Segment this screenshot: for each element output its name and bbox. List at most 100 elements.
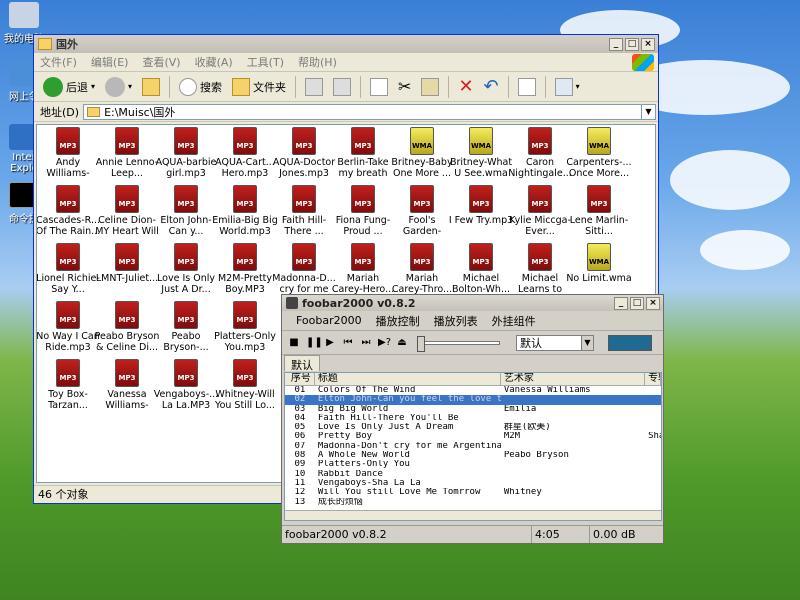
file-item[interactable]: MP3 LMNT-Juliet...: [94, 243, 160, 295]
minimize-button[interactable]: _: [609, 37, 623, 51]
previous-icon[interactable]: ⏮: [342, 337, 354, 348]
delete-button[interactable]: ✕: [455, 75, 476, 99]
playlist-row[interactable]: 10 Rabbit Dance: [285, 470, 661, 479]
chevron-down-icon[interactable]: ▼: [641, 104, 655, 119]
file-item[interactable]: MP3 Whitney-Will You Still Lo...: [212, 359, 278, 411]
playlist-row[interactable]: 09 Platters-Only You: [285, 460, 661, 469]
move-to-button[interactable]: [302, 75, 326, 99]
foobar-titlebar[interactable]: foobar2000 v0.8.2 _ □ ×: [282, 295, 663, 311]
column-title[interactable]: 标题: [315, 373, 501, 385]
menu-edit[interactable]: 编辑(E): [91, 54, 129, 70]
playlist-row[interactable]: 11 Vengaboys-Sha La La: [285, 479, 661, 488]
column-artist[interactable]: 艺术家: [501, 373, 646, 385]
file-item[interactable]: MP3 Love Is Only Just A Dr...: [153, 243, 219, 295]
menu-playlist[interactable]: 播放列表: [434, 313, 478, 329]
file-item[interactable]: MP3Berlin-Take my breath awa...: [330, 127, 396, 179]
file-item[interactable]: MP3 Cascades-R... Of The Rain...: [37, 185, 101, 237]
close-button[interactable]: ×: [646, 296, 660, 310]
menu-help[interactable]: 帮助(H): [298, 54, 337, 70]
playlist-row[interactable]: 05 Love Is Only Just A Dream 群星(欧美): [285, 423, 661, 432]
horizontal-scrollbar[interactable]: [285, 510, 661, 520]
copy-button[interactable]: [367, 75, 391, 99]
file-item[interactable]: MP3 AQUA-Cart... Hero.mp3: [212, 127, 278, 179]
menu-components[interactable]: 外挂组件: [492, 313, 536, 329]
random-icon[interactable]: ▶?: [378, 337, 391, 348]
pause-icon[interactable]: ❚❚: [306, 337, 323, 348]
up-button[interactable]: [139, 75, 163, 99]
close-button[interactable]: ×: [641, 37, 655, 51]
file-item[interactable]: MP3 Vengaboys-... La La.MP3: [153, 359, 219, 411]
file-item[interactable]: MP3 Emilia-Big Big World.mp3: [212, 185, 278, 237]
playlist-row[interactable]: 01 Colors Of The Wind Vanessa Williams: [285, 386, 661, 395]
playlist-row[interactable]: 07 Madonna-Don't cry for me Argentina: [285, 442, 661, 451]
playlist-row[interactable]: 02 Elton John-Can you feel the love to...: [285, 395, 661, 405]
next-icon[interactable]: ⏭: [360, 337, 372, 348]
menu-foobar[interactable]: Foobar2000: [296, 314, 362, 327]
file-item[interactable]: MP3 Lionel Richie-Say Y...: [37, 243, 101, 295]
file-item[interactable]: MP3Celine Dion-MY Heart Will B...: [94, 185, 160, 237]
file-item[interactable]: MP3Michael Learns to Rock-Tak...: [507, 243, 573, 295]
search-button[interactable]: 搜索: [176, 75, 225, 99]
file-item[interactable]: MP3 AQUA-Doctor Jones.mp3: [271, 127, 337, 179]
file-item[interactable]: MP3 I Few Try.mp3: [448, 185, 514, 237]
file-item[interactable]: MP3 M2M-Pretty Boy.MP3: [212, 243, 278, 295]
tab-default[interactable]: 默认: [284, 355, 320, 372]
file-item[interactable]: MP3Andy Williams-Unc...: [37, 127, 101, 179]
folders-button[interactable]: 文件夹: [229, 75, 289, 99]
file-item[interactable]: WMA No Limit.wma: [566, 243, 632, 295]
undo-button[interactable]: ↶: [481, 75, 502, 99]
chevron-down-icon[interactable]: ▼: [581, 335, 593, 350]
file-item[interactable]: MP3 AQUA-barbie girl.mp3: [153, 127, 219, 179]
menu-tools[interactable]: 工具(T): [247, 54, 284, 70]
back-button[interactable]: 后退 ▾: [40, 75, 98, 99]
file-item[interactable]: MP3Madonna-D... cry for me A...: [271, 243, 337, 295]
views-button[interactable]: ▾: [552, 75, 583, 99]
file-item[interactable]: MP3Vanessa Williams-Col...: [94, 359, 160, 411]
menu-view[interactable]: 查看(V): [142, 54, 180, 70]
playlist-row[interactable]: 13 成长的烦恼: [285, 498, 661, 507]
forward-button[interactable]: ▾: [102, 75, 135, 99]
playlist-row[interactable]: 06 Pretty Boy M2M Sha: [285, 432, 662, 441]
file-item[interactable]: MP3 Annie Lenno-Leep...: [94, 127, 160, 179]
file-item[interactable]: MP3 No Way I Can Ride.mp3: [37, 301, 101, 353]
file-item[interactable]: MP3 Michael Bolton-Wh...: [448, 243, 514, 295]
file-item[interactable]: MP3 Peabo Bryson & Celine Di...: [94, 301, 160, 353]
file-item[interactable]: MP3 Toy Box-Tarzan...: [37, 359, 101, 411]
preset-select[interactable]: 默认 ▼: [516, 334, 594, 351]
menu-playback[interactable]: 播放控制: [376, 313, 420, 329]
file-item[interactable]: MP3 Peabo Bryson-...: [153, 301, 219, 353]
file-item[interactable]: MP3 Lene Marlin-Sitti...: [566, 185, 632, 237]
menu-favorites[interactable]: 收藏(A): [195, 54, 233, 70]
properties-button[interactable]: [515, 75, 539, 99]
file-item[interactable]: MP3 Fiona Fung-Proud ...: [330, 185, 396, 237]
minimize-button[interactable]: _: [614, 296, 628, 310]
file-item[interactable]: MP3 Faith Hill-There ...: [271, 185, 337, 237]
file-item[interactable]: WMA Britney-Baby One More ...: [389, 127, 455, 179]
file-item[interactable]: MP3 Mariah Carey-Hero...: [330, 243, 396, 295]
file-item[interactable]: MP3 Kylie Miccga-Ever...: [507, 185, 573, 237]
playlist-row[interactable]: 12 Will You still Love Me Tomrrow Whitney: [285, 488, 661, 497]
file-item[interactable]: WMA Carpenters-... Once More...: [566, 127, 632, 179]
explorer-titlebar[interactable]: 国外 _ □ ×: [34, 35, 658, 53]
file-item[interactable]: MP3 Platters-Only You.mp3: [212, 301, 278, 353]
maximize-button[interactable]: □: [630, 296, 644, 310]
column-number[interactable]: 序号: [285, 373, 315, 385]
address-input[interactable]: E:\Muisc\国外 ▼: [83, 103, 656, 120]
file-item[interactable]: MP3Fool's Garden-Lem...: [389, 185, 455, 237]
column-album[interactable]: 专辑: [645, 373, 661, 385]
copy-to-button[interactable]: [330, 75, 354, 99]
playlist-row[interactable]: 03 Big Big World Emilia: [285, 405, 661, 414]
file-item[interactable]: WMA Britney-What U See.wma: [448, 127, 514, 179]
cut-button[interactable]: ✂: [395, 75, 414, 99]
file-item[interactable]: MP3 Caron Nightingale...: [507, 127, 573, 179]
stop-icon[interactable]: ■: [288, 337, 300, 348]
file-item[interactable]: MP3 Mariah Carey-Thro...: [389, 243, 455, 295]
menu-file[interactable]: 文件(F): [40, 54, 77, 70]
playlist-row[interactable]: 04 Faith Hill-There You'll Be: [285, 414, 661, 423]
playlist-row[interactable]: 08 A Whole New World Peabo Bryson: [285, 451, 661, 460]
maximize-button[interactable]: □: [625, 37, 639, 51]
play-icon[interactable]: ▶: [324, 337, 336, 348]
seek-slider[interactable]: [417, 335, 500, 352]
file-item[interactable]: MP3 Elton John-Can y...: [153, 185, 219, 237]
paste-button[interactable]: [418, 75, 442, 99]
